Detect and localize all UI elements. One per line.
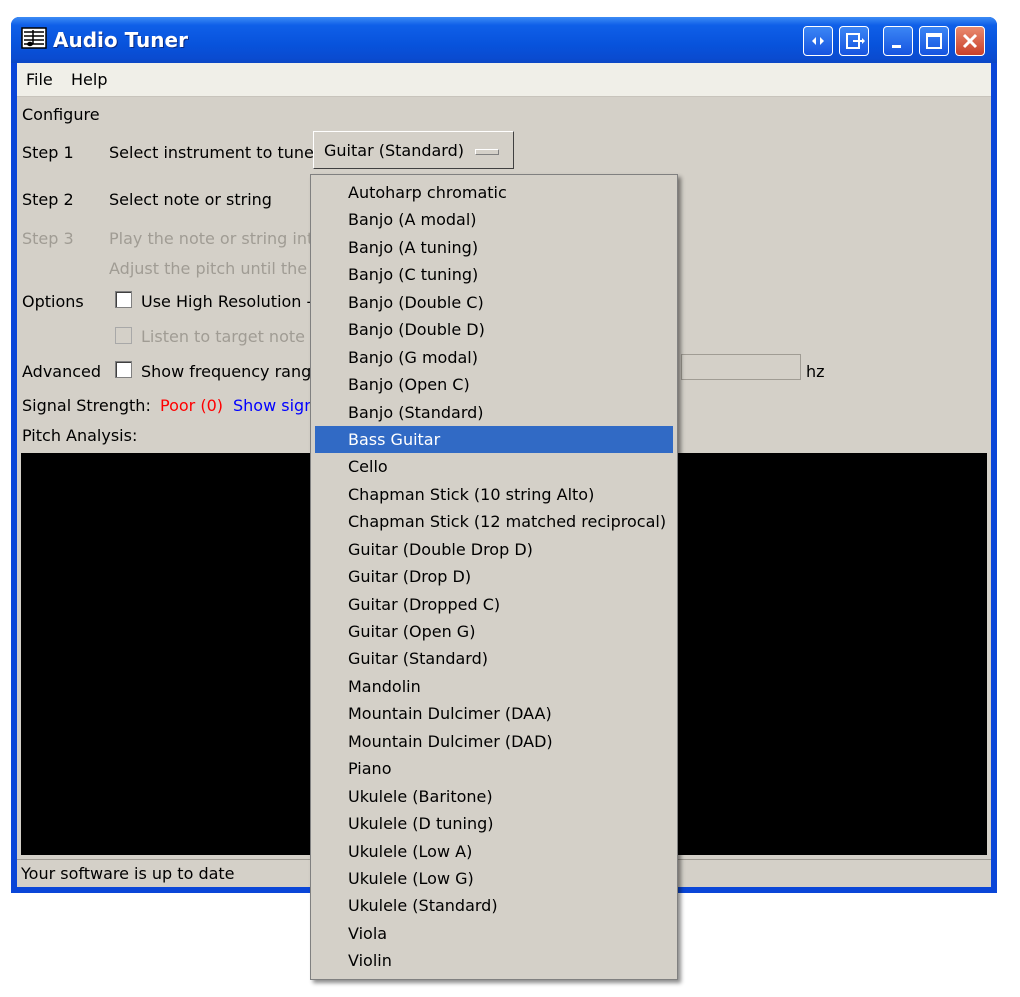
- instrument-option[interactable]: Guitar (Standard): [315, 645, 673, 672]
- instrument-option[interactable]: Guitar (Drop D): [315, 563, 673, 590]
- instrument-dropdown-value: Guitar (Standard): [324, 141, 464, 160]
- title-bar[interactable]: Audio Tuner: [11, 17, 997, 63]
- advanced-label: Advanced: [22, 362, 102, 381]
- instrument-option[interactable]: Viola: [315, 920, 673, 947]
- instrument-option[interactable]: Cello: [315, 453, 673, 480]
- high-resolution-label: Use High Resolution -: [141, 292, 313, 311]
- configure-heading: Configure: [22, 105, 100, 124]
- instrument-option[interactable]: Mountain Dulcimer (DAD): [315, 728, 673, 755]
- instrument-option[interactable]: Guitar (Dropped C): [315, 591, 673, 618]
- high-resolution-checkbox[interactable]: [115, 291, 132, 308]
- instrument-option[interactable]: Mountain Dulcimer (DAA): [315, 700, 673, 727]
- instrument-option[interactable]: Guitar (Open G): [315, 618, 673, 645]
- hz-unit-label: hz: [806, 362, 825, 381]
- rollup-button[interactable]: [839, 26, 869, 56]
- instrument-option[interactable]: Banjo (Double D): [315, 316, 673, 343]
- maximize-button[interactable]: [919, 26, 949, 56]
- instrument-option[interactable]: Guitar (Double Drop D): [315, 536, 673, 563]
- maximize-icon: [926, 33, 942, 49]
- step3-text-2: Adjust the pitch until the p: [109, 259, 323, 278]
- instrument-option[interactable]: Chapman Stick (10 string Alto): [315, 481, 673, 508]
- instrument-option[interactable]: Banjo (Open C): [315, 371, 673, 398]
- instrument-option[interactable]: Ukulele (Low A): [315, 838, 673, 865]
- step3-label: Step 3: [22, 229, 74, 248]
- menu-file[interactable]: File: [26, 70, 53, 89]
- pitch-analysis-label: Pitch Analysis:: [22, 426, 138, 445]
- listen-target-label: Listen to target note: [141, 327, 305, 346]
- instrument-option[interactable]: Autoharp chromatic: [315, 179, 673, 206]
- step1-text: Select instrument to tune: [109, 143, 314, 162]
- instrument-option[interactable]: Banjo (Double C): [315, 289, 673, 316]
- close-icon: [962, 33, 978, 49]
- signal-strength-label: Signal Strength:: [22, 396, 151, 415]
- instrument-list: Autoharp chromatic Banjo (A modal) Banjo (…: [315, 179, 673, 975]
- frequency-field: [681, 354, 801, 380]
- close-button[interactable]: [955, 26, 985, 56]
- arrows-horizontal-icon: [812, 37, 824, 45]
- instrument-dropdown[interactable]: Guitar (Standard): [313, 131, 514, 169]
- instrument-option[interactable]: Banjo (G modal): [315, 344, 673, 371]
- menu-bar: File Help: [17, 63, 991, 97]
- step3-text: Play the note or string into: [109, 229, 324, 248]
- dropdown-grip-icon: [475, 149, 499, 155]
- step2-label: Step 2: [22, 190, 74, 209]
- instrument-dropdown-list[interactable]: Autoharp chromatic Banjo (A modal) Banjo (…: [310, 174, 678, 980]
- instrument-option[interactable]: Bass Guitar: [315, 425, 673, 454]
- instrument-option[interactable]: Banjo (Standard): [315, 399, 673, 426]
- instrument-option[interactable]: Piano: [315, 755, 673, 782]
- show-frequency-label: Show frequency range: [141, 362, 322, 381]
- options-label: Options: [22, 292, 84, 311]
- instrument-option[interactable]: Ukulele (Low G): [315, 865, 673, 892]
- instrument-option[interactable]: Banjo (C tuning): [315, 261, 673, 288]
- instrument-option[interactable]: Banjo (A modal): [315, 206, 673, 233]
- minimize-button[interactable]: [883, 26, 913, 56]
- instrument-option[interactable]: Banjo (A tuning): [315, 234, 673, 261]
- signal-strength-value: Poor (0): [160, 396, 223, 415]
- show-signal-link[interactable]: Show sign: [233, 396, 314, 415]
- instrument-option[interactable]: Mandolin: [315, 673, 673, 700]
- instrument-option[interactable]: Ukulele (Standard): [315, 892, 673, 919]
- show-frequency-checkbox[interactable]: [115, 361, 132, 378]
- menu-help[interactable]: Help: [71, 70, 107, 89]
- window-title: Audio Tuner: [53, 28, 188, 52]
- step2-text: Select note or string: [109, 190, 272, 209]
- step1-label: Step 1: [22, 143, 74, 162]
- minimize-icon: [892, 45, 901, 48]
- restore-size-button[interactable]: [803, 26, 833, 56]
- exit-icon: [846, 33, 865, 49]
- listen-target-checkbox: [115, 327, 132, 344]
- status-text: Your software is up to date: [21, 864, 235, 883]
- instrument-option[interactable]: Chapman Stick (12 matched reciprocal): [315, 508, 673, 535]
- instrument-option[interactable]: Violin: [315, 947, 673, 974]
- app-icon: [21, 27, 47, 49]
- instrument-option[interactable]: Ukulele (Baritone): [315, 783, 673, 810]
- instrument-option[interactable]: Ukulele (D tuning): [315, 810, 673, 837]
